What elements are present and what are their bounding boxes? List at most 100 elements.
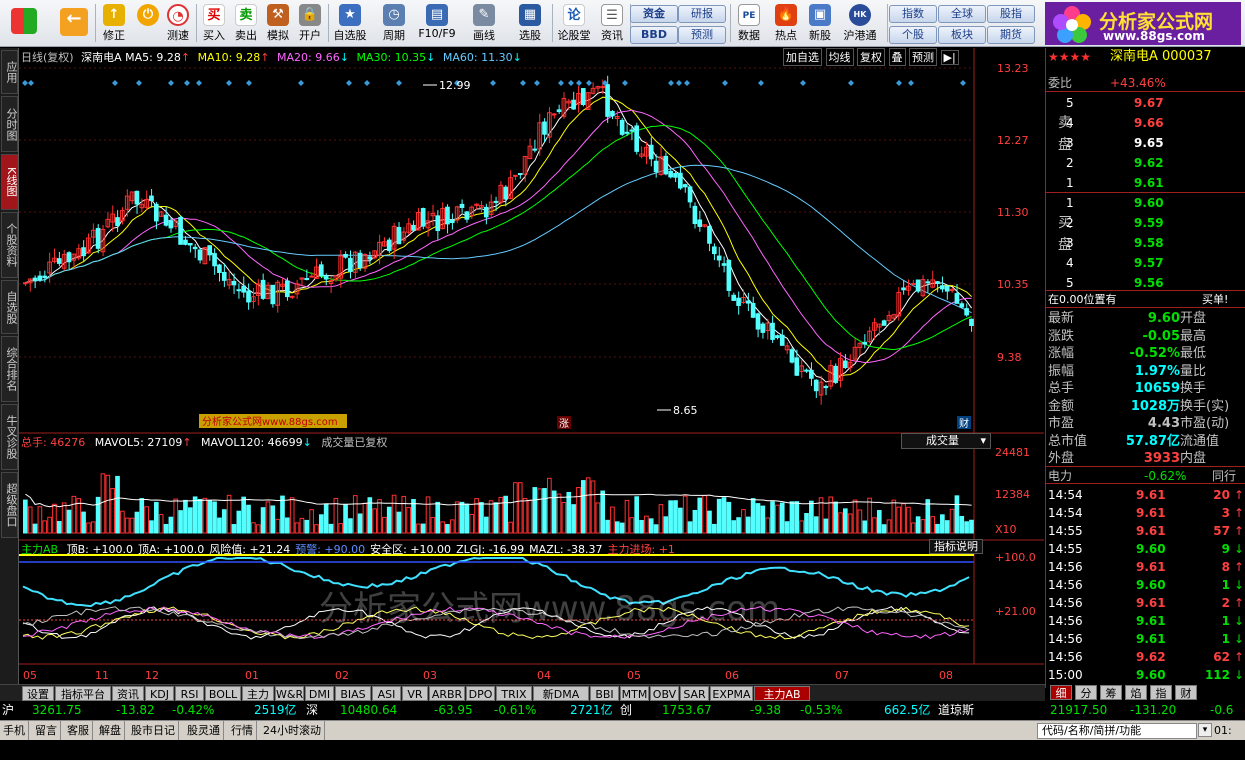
indicator-tab[interactable]: W&R: [275, 686, 304, 701]
global-button[interactable]: 全球: [938, 5, 986, 23]
left-tab-timeshare[interactable]: 分时图: [1, 96, 18, 152]
indicator-tab[interactable]: 设置: [22, 686, 54, 701]
indicator-tab[interactable]: ASI: [372, 686, 401, 701]
draw-line-button[interactable]: ✎ 画线: [464, 2, 504, 45]
indicator-tab[interactable]: OBV: [650, 686, 679, 701]
indicator-tab[interactable]: BBI: [590, 686, 619, 701]
futures-button[interactable]: 期货: [987, 26, 1035, 44]
sector-button[interactable]: 板块: [938, 26, 986, 44]
ma-button[interactable]: 均线: [825, 48, 854, 66]
hk-connect-button[interactable]: HK 沪港通: [838, 2, 882, 45]
speedtest-button[interactable]: ◔ 测速: [160, 2, 196, 45]
volume-bar: [784, 521, 790, 534]
quote-title-row: ★★★★ 深南电A 000037: [1046, 48, 1245, 66]
forecast-button-chart[interactable]: 预测: [909, 48, 937, 66]
period-button[interactable]: ◷ 周期: [374, 2, 414, 45]
next-icon[interactable]: ▶|: [940, 50, 959, 65]
status-item[interactable]: 股灵通: [184, 721, 224, 740]
quote-tab[interactable]: 细: [1050, 685, 1072, 700]
quote-tab[interactable]: 指: [1150, 685, 1172, 700]
modify-button[interactable]: ↑ 修正: [96, 2, 132, 45]
status-item[interactable]: 客服: [64, 721, 93, 740]
left-tab-watchlist[interactable]: 自选股: [1, 280, 18, 334]
status-item[interactable]: 行情: [228, 721, 257, 740]
status-item[interactable]: 留言: [32, 721, 61, 740]
hotspot-button[interactable]: 🔥 热点: [768, 2, 804, 45]
volume-bar: [964, 521, 969, 534]
tick-row: 14:54 9.61 20 ↑: [1046, 486, 1245, 504]
simulate-button[interactable]: ⚒ 模拟: [260, 2, 296, 45]
index-button[interactable]: 指数: [889, 5, 937, 23]
research-button[interactable]: 研报: [678, 5, 726, 23]
indicator-tab[interactable]: VR: [402, 686, 428, 701]
indicator-tab[interactable]: RSI: [175, 686, 204, 701]
open-account-button[interactable]: 🔒 开户: [292, 2, 328, 45]
quote-tab[interactable]: 财: [1175, 685, 1197, 700]
volume-bar: [246, 504, 251, 534]
order-level: 2: [1066, 216, 1074, 230]
indicator-tab[interactable]: KDJ: [145, 686, 174, 701]
new-stock-button[interactable]: ▣ 新股: [802, 2, 838, 45]
indicator-tab[interactable]: 指标平台: [55, 686, 111, 701]
f10-button[interactable]: ▤ F10/F9: [416, 2, 458, 45]
status-item[interactable]: 解盘: [96, 721, 125, 740]
tick-arrow-icon: ↓: [1233, 578, 1244, 592]
order-level: 1: [1066, 196, 1074, 210]
funds-button[interactable]: 资金: [630, 5, 678, 23]
buy-button[interactable]: 买买入: [196, 2, 232, 45]
volume-bar: [95, 496, 101, 534]
indicator-tab[interactable]: 主力AB: [754, 686, 810, 701]
left-tab-ranking[interactable]: 综合排名: [1, 336, 18, 402]
indicator-tab[interactable]: BOLL: [205, 686, 241, 701]
chevron-down-icon[interactable]: ▾: [1198, 723, 1212, 737]
indicator-tab[interactable]: 主力: [242, 686, 274, 701]
quote-tab[interactable]: 焰: [1125, 685, 1147, 700]
indicator-tab[interactable]: 新DMA: [533, 686, 589, 701]
indicator-tab[interactable]: DMI: [305, 686, 334, 701]
left-tab-kline[interactable]: K线图: [1, 154, 18, 210]
status-item[interactable]: 股市日记: [128, 721, 179, 740]
add-watchlist-button[interactable]: 加自选: [783, 48, 822, 66]
indicator-tab[interactable]: ARBR: [429, 686, 465, 701]
indicator-tab[interactable]: 资讯: [112, 686, 144, 701]
left-tab-super-panel[interactable]: 超级盘口: [1, 472, 18, 538]
stock-button[interactable]: 个股: [889, 26, 937, 44]
status-item[interactable]: 手机: [0, 721, 29, 740]
left-tab-app[interactable]: 应用: [1, 50, 18, 94]
left-tab-stock-info[interactable]: 个股资料: [1, 212, 18, 278]
indicator-help-button[interactable]: 指标说明: [929, 539, 983, 554]
indicator-tab[interactable]: MTM: [620, 686, 649, 701]
quote-tab[interactable]: 筹: [1100, 685, 1122, 700]
indicator-tab[interactable]: DPO: [466, 686, 495, 701]
sh-index: 3261.75: [32, 703, 82, 717]
forum-button[interactable]: 论论股堂: [554, 2, 594, 45]
search-input[interactable]: 代码/名称/简拼/功能: [1037, 723, 1197, 739]
order-price: 9.60: [1134, 196, 1164, 210]
indicator-tab[interactable]: EXPMA: [710, 686, 753, 701]
watchlist-button[interactable]: ★ 自选股: [330, 2, 370, 45]
volume-selector[interactable]: 成交量 ▾: [901, 433, 991, 449]
tick-arrow-icon: ↓: [1233, 614, 1244, 628]
status-item[interactable]: 24小时滚动: [260, 721, 325, 740]
forecast-button[interactable]: 预测: [678, 26, 726, 44]
left-tab-diagnosis[interactable]: 牛叉诊股: [1, 404, 18, 470]
kline-chart-svg[interactable]: 分析家公式网www.88gs.com 12.99 8.65 13.23 12.2…: [19, 48, 1044, 688]
data-button[interactable]: PE 数据: [731, 2, 767, 45]
stock-picker-button[interactable]: ▦ 选股: [510, 2, 550, 45]
quote-tab[interactable]: 分: [1075, 685, 1097, 700]
news-button[interactable]: ☰ 资讯: [594, 2, 630, 45]
stock-index-button[interactable]: 股指: [987, 5, 1035, 23]
indicator-tab[interactable]: TRIX: [496, 686, 532, 701]
windows-grid-icon[interactable]: [6, 2, 42, 45]
candle: [619, 118, 625, 137]
indicator-tab[interactable]: BIAS: [335, 686, 371, 701]
back-button[interactable]: ←: [56, 2, 92, 45]
quote-panel: ★★★★ 深南电A 000037 委比 +43.46% 卖盘 5 9.67 4 9.6…: [1045, 48, 1245, 700]
tick-time: 15:00: [1048, 668, 1083, 682]
bbd-button[interactable]: BBD: [630, 26, 678, 44]
indicator-tab[interactable]: SAR: [680, 686, 709, 701]
adjust-button[interactable]: 复权: [857, 48, 885, 66]
stat-value: 4.43: [1147, 416, 1180, 431]
overlay-button[interactable]: 叠: [888, 48, 906, 66]
sell-button[interactable]: 卖卖出: [228, 2, 264, 45]
